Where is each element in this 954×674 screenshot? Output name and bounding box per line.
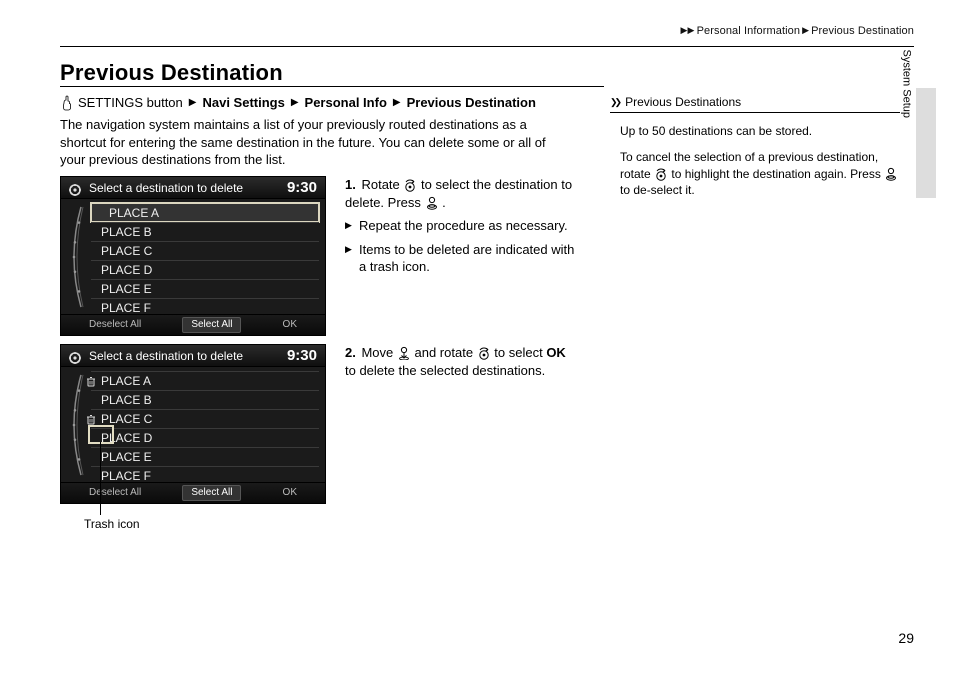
gear-icon	[69, 183, 81, 195]
deselect-all-button[interactable]: Deselect All	[89, 318, 141, 332]
list-item[interactable]: PLACE E	[91, 279, 319, 298]
step-number: 1.	[345, 177, 356, 192]
callout-line	[100, 442, 101, 515]
trash-icon	[85, 413, 97, 425]
step-sub: Repeat the procedure as necessary.	[345, 217, 575, 235]
page-title: Previous Destination	[60, 58, 283, 88]
list-item[interactable]: PLACE B	[91, 222, 319, 241]
rotate-dial-icon	[477, 346, 491, 360]
nav-path-item: Previous Destination	[407, 94, 536, 112]
breadcrumb-section: Personal Information	[697, 24, 801, 39]
list-item[interactable]: PLACE D	[91, 260, 319, 279]
chevron-right-icon: ▶	[802, 24, 809, 36]
list-item[interactable]: PLACE C	[91, 241, 319, 260]
sidebar-note: Up to 50 destinations can be stored.	[620, 123, 900, 139]
divider	[60, 46, 914, 47]
sidebar-notes: ❯❯ Previous Destinations Up to 50 destin…	[610, 94, 900, 208]
chevron-right-icon: ▶▶	[681, 24, 695, 36]
press-dial-icon	[884, 167, 898, 181]
list-item[interactable]: PLACE A	[91, 203, 319, 222]
chevron-right-icon: ▶	[189, 96, 197, 110]
select-all-button[interactable]: Select All	[182, 485, 241, 501]
nav-path-item: Personal Info	[305, 94, 387, 112]
page-number: 29	[898, 629, 914, 648]
intro-paragraph: The navigation system maintains a list o…	[60, 116, 572, 169]
divider	[60, 86, 604, 87]
nav-path: SETTINGS button ▶ Navi Settings ▶ Person…	[60, 94, 536, 112]
breadcrumb-page: Previous Destination	[811, 24, 914, 39]
rotate-dial-icon	[403, 178, 417, 192]
callout-label: Trash icon	[84, 516, 140, 532]
nav-path-start: SETTINGS button	[78, 94, 183, 112]
step-2: 2. Move and rotate to select OK to delet…	[345, 344, 575, 379]
chevron-right-icon: ▶	[393, 96, 401, 110]
ok-button[interactable]: OK	[283, 486, 297, 500]
screenshot-title: Select a destination to delete	[89, 180, 279, 196]
screenshot-delete-list-1: Select a destination to delete 9:30 PLAC…	[60, 176, 326, 336]
rotate-dial-icon	[654, 167, 668, 181]
list-item[interactable]: PLACE D	[91, 428, 319, 447]
screenshot-clock: 9:30	[287, 346, 317, 366]
sidebar-note: To cancel the selection of a previous de…	[620, 149, 900, 198]
screenshot-title: Select a destination to delete	[89, 348, 279, 364]
gear-icon	[69, 351, 81, 363]
hand-icon	[60, 95, 72, 111]
trash-icon	[85, 375, 97, 387]
select-all-button[interactable]: Select All	[182, 317, 241, 333]
step-number: 2.	[345, 345, 356, 360]
step-1: 1. Rotate to select the destination to d…	[345, 176, 575, 276]
list-item[interactable]: PLACE E	[91, 447, 319, 466]
list-item[interactable]: PLACE C	[91, 409, 319, 428]
ok-button[interactable]: OK	[283, 318, 297, 332]
chevron-right-icon: ❯❯	[610, 96, 619, 108]
list-item[interactable]: PLACE A	[91, 371, 319, 390]
section-tab-label: System Setup	[898, 50, 913, 118]
breadcrumb-header: ▶▶ Personal Information ▶ Previous Desti…	[681, 24, 914, 39]
press-dial-icon	[425, 196, 439, 210]
list-item[interactable]: PLACE B	[91, 390, 319, 409]
chevron-right-icon: ▶	[291, 96, 299, 110]
screenshot-clock: 9:30	[287, 178, 317, 198]
ok-label: OK	[546, 345, 566, 360]
deselect-all-button[interactable]: Deselect All	[89, 486, 141, 500]
nav-path-item: Navi Settings	[202, 94, 284, 112]
section-tab	[916, 88, 936, 198]
sidebar-title: Previous Destinations	[625, 94, 741, 110]
move-dial-icon	[397, 346, 411, 360]
step-sub: Items to be deleted are indicated with a…	[345, 241, 575, 276]
